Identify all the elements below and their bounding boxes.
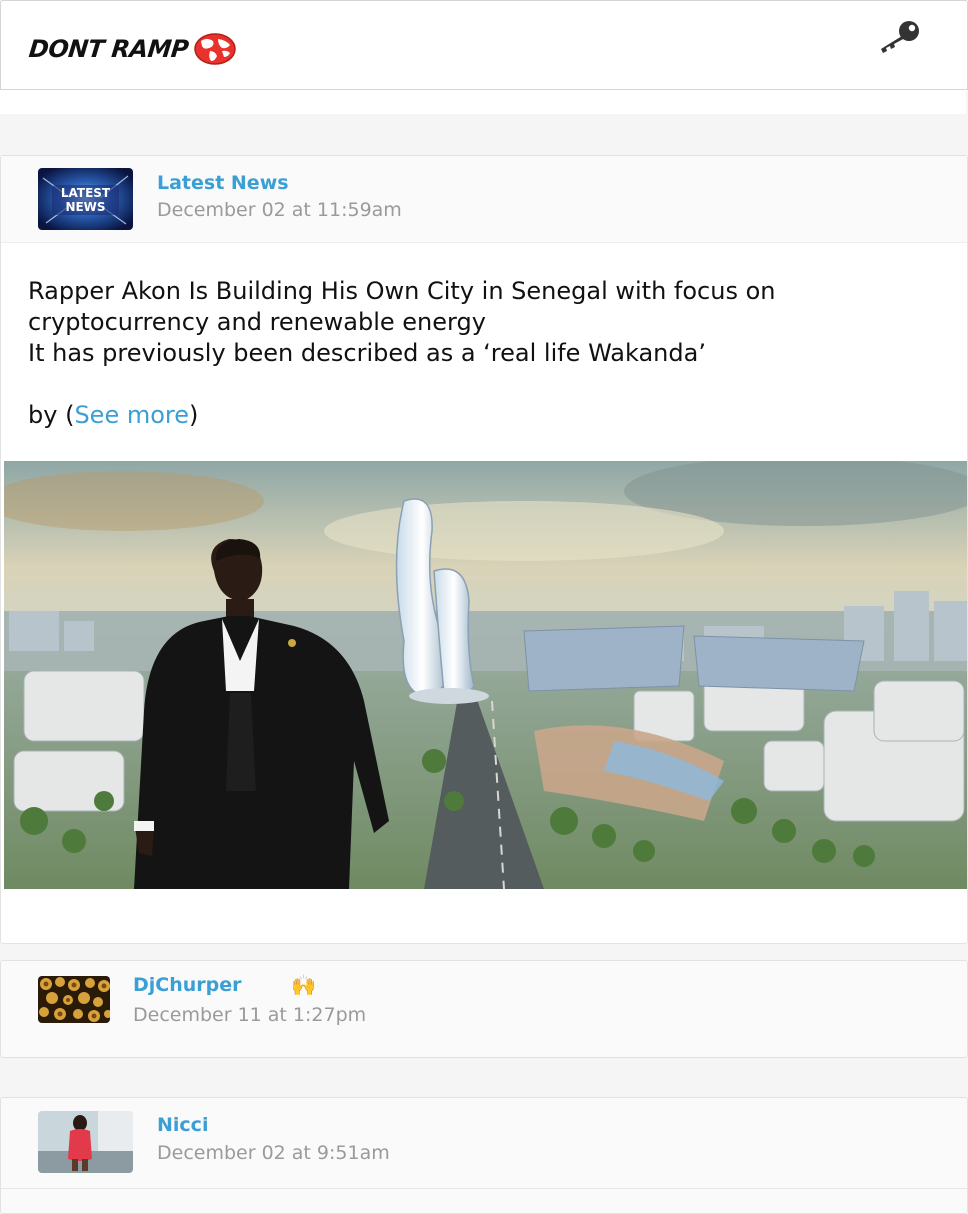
post-card: LATEST NEWS Latest News December 02 at 1… (0, 155, 968, 944)
see-more-link[interactable]: See more (74, 401, 189, 429)
globe-icon (194, 33, 236, 65)
post-line: Rapper Akon Is Building His Own City in … (28, 277, 776, 336)
by-line: by (See more) (28, 400, 958, 431)
latest-news-avatar[interactable]: LATEST NEWS (38, 168, 133, 230)
divider (1, 1188, 967, 1189)
raised-hands-icon: 🙌 (291, 973, 316, 997)
top-bar: DONT RAMP (0, 0, 968, 90)
comment-card: DjChurper 🙌 December 11 at 1:27pm (0, 960, 968, 1058)
by-prefix: by ( (28, 401, 75, 429)
latest-news-avatar-image: LATEST NEWS (38, 168, 133, 230)
avatar-text-line-1: LATEST (61, 186, 111, 200)
by-suffix: ) (189, 401, 199, 429)
djchurper-avatar[interactable] (38, 976, 110, 1023)
next-post-card: Nicci December 02 at 9:51am (0, 1097, 968, 1214)
post-line: It has previously been described as a ‘r… (28, 339, 706, 367)
top-bar-spacer (0, 90, 966, 114)
post-image[interactable] (4, 461, 967, 889)
nicci-avatar-image (38, 1111, 133, 1173)
avatar-text-line-2: NEWS (65, 200, 105, 214)
next-post-timestamp[interactable]: December 02 at 9:51am (157, 1142, 390, 1164)
post-author[interactable]: Latest News (157, 172, 289, 194)
post-header: LATEST NEWS Latest News December 02 at 1… (1, 156, 967, 243)
comment-author[interactable]: DjChurper (133, 974, 242, 996)
djchurper-avatar-image (38, 976, 110, 1023)
post-text: Rapper Akon Is Building His Own City in … (28, 276, 958, 431)
nicci-avatar[interactable] (38, 1111, 133, 1173)
next-post-author[interactable]: Nicci (157, 1114, 208, 1136)
key-icon[interactable] (875, 19, 923, 55)
city-rendering-image (4, 461, 967, 889)
post-timestamp[interactable]: December 02 at 11:59am (157, 199, 402, 221)
logo-text: DONT RAMP (27, 35, 190, 63)
comment-timestamp[interactable]: December 11 at 1:27pm (133, 1004, 366, 1026)
site-logo[interactable]: DONT RAMP (27, 31, 238, 67)
